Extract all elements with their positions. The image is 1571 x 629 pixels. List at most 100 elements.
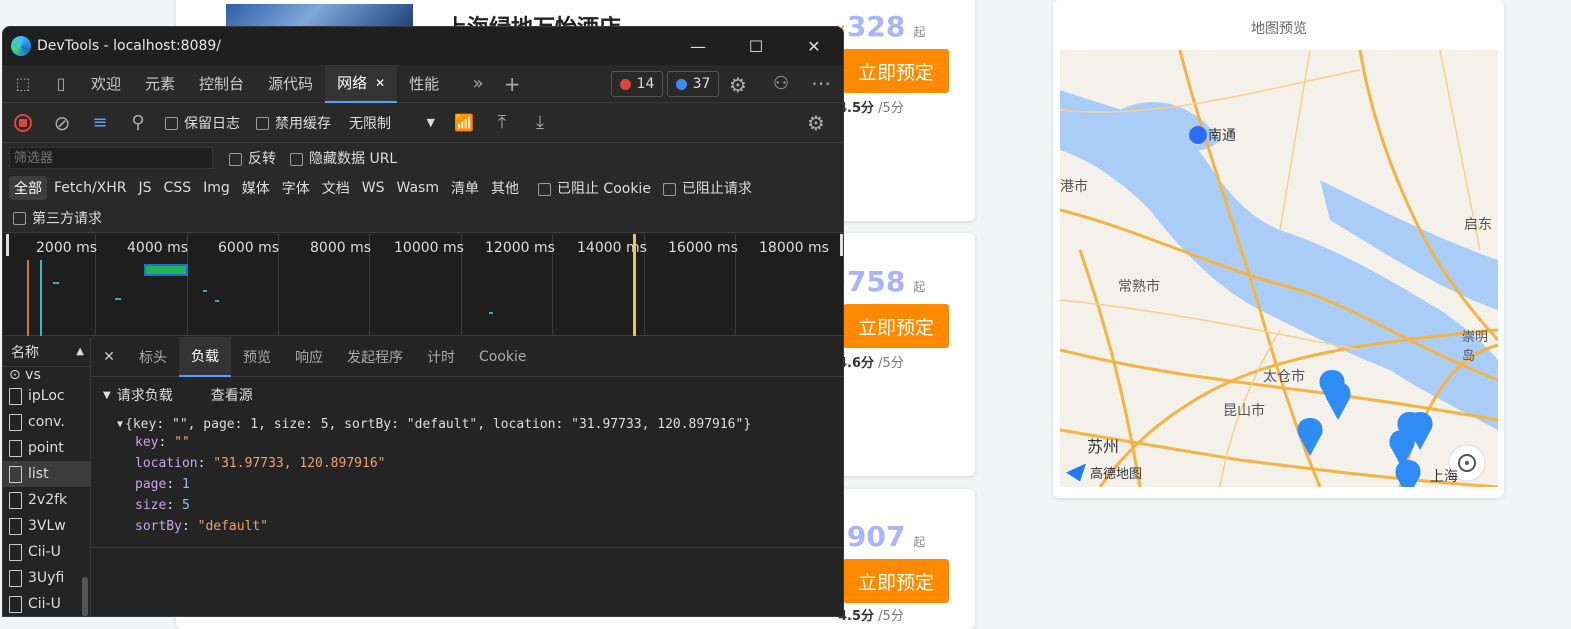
payload-key: size [135, 498, 167, 513]
type-wasm[interactable]: Wasm [392, 178, 444, 198]
tab-welcome[interactable]: 欢迎 [79, 65, 133, 103]
tab-headers[interactable]: 标头 [127, 337, 179, 377]
timeline-left-handle[interactable] [6, 234, 9, 256]
tab-initiator[interactable]: 发起程序 [335, 337, 415, 377]
request-item[interactable]: 2v2fk [3, 487, 90, 513]
maximize-button[interactable]: ☐ [728, 27, 784, 65]
tab-sources[interactable]: 源代码 [256, 65, 325, 103]
export-har-icon[interactable]: ⤓ [521, 112, 559, 133]
dom-content-loaded-line [27, 260, 29, 336]
request-item[interactable]: conv. [3, 409, 90, 435]
request-bar [144, 264, 188, 276]
more-options-icon[interactable]: ⋯ [811, 71, 831, 95]
tab-performance[interactable]: 性能 [397, 65, 451, 103]
request-name-column: 名称 ▲ ⊙ vs ipLoc conv. point list 2v2fk 3V… [3, 337, 91, 616]
blocked-request-label: 已阻止请求 [681, 181, 752, 197]
blocked-cookie-checkbox[interactable]: 已阻止 Cookie [537, 178, 651, 198]
request-item[interactable]: 3Uyfi [3, 565, 90, 591]
collapse-triangle-icon: ▼ [103, 389, 111, 401]
filter-input[interactable] [9, 147, 213, 169]
blocked-cookie-label: 已阻止 Cookie [556, 181, 651, 197]
customize-icon[interactable]: ⚇ [773, 73, 789, 94]
request-item[interactable]: 3VLw [3, 513, 90, 539]
book-button[interactable]: 立即预定 [843, 304, 949, 348]
checkbox-box [290, 152, 303, 166]
minimize-button[interactable]: — [670, 27, 726, 65]
type-img[interactable]: Img [198, 178, 235, 198]
filter-icon[interactable]: ≡ [81, 112, 119, 133]
close-window-button[interactable]: ✕ [786, 27, 842, 65]
request-item[interactable]: ipLoc [3, 383, 90, 409]
tab-console[interactable]: 控制台 [187, 65, 256, 103]
request-detail-panel: ✕ 标头 负载 预览 响应 发起程序 计时 Cookie ▼ 请求负载 查看源 … [91, 336, 843, 616]
hide-data-url-checkbox[interactable]: 隐藏数据 URL [290, 148, 397, 168]
book-button[interactable]: 立即预定 [843, 49, 949, 93]
request-item[interactable]: Cii-U [3, 591, 90, 616]
type-css[interactable]: CSS [159, 178, 197, 198]
type-doc[interactable]: 文档 [317, 176, 355, 200]
request-name: Cii-U [28, 596, 61, 612]
current-location-marker [1189, 126, 1207, 144]
blocked-request-checkbox[interactable]: 已阻止请求 [662, 178, 752, 198]
request-name: 2v2fk [28, 492, 68, 508]
settings-gear-icon[interactable]: ⚙ [729, 73, 747, 97]
tab-response[interactable]: 响应 [283, 337, 335, 377]
tab-timing[interactable]: 计时 [415, 337, 467, 377]
devtools-titlebar[interactable]: DevTools - localhost:8089/ — ☐ ✕ [3, 27, 843, 65]
request-name: ipLoc [28, 388, 65, 404]
request-item[interactable]: ⊙ vs [3, 367, 90, 383]
preserve-log-checkbox[interactable]: 保留日志 [165, 113, 240, 133]
type-other[interactable]: 其他 [486, 176, 524, 200]
map-label-chongming: 崇明岛 [1462, 330, 1489, 364]
type-js[interactable]: JS [134, 178, 157, 198]
name-column-header[interactable]: 名称 ▲ [3, 337, 90, 367]
type-fetch-xhr[interactable]: Fetch/XHR [49, 178, 132, 198]
close-detail-icon[interactable]: ✕ [91, 349, 127, 365]
request-item[interactable]: list [3, 461, 90, 487]
type-all[interactable]: 全部 [9, 176, 47, 200]
clear-icon[interactable]: ⊘ [43, 111, 81, 135]
inspect-icon[interactable]: ⬚ [3, 74, 43, 93]
map-logo[interactable]: 高德地图 [1066, 463, 1142, 482]
disable-cache-checkbox[interactable]: 禁用缓存 [256, 113, 331, 133]
map-canvas[interactable] [1060, 50, 1498, 487]
payload-section-header[interactable]: ▼ 请求负载 查看源 [91, 377, 843, 413]
tab-network[interactable]: 网络 ✕ [325, 64, 398, 103]
search-icon[interactable]: ⚲ [119, 112, 157, 133]
tab-cookies[interactable]: Cookie [467, 337, 539, 377]
payload-summary-row[interactable]: ▼ {key: "", page: 1, size: 5, sortBy: "de… [117, 413, 843, 435]
network-timeline[interactable]: 2000 ms 4000 ms 6000 ms 8000 ms 10000 ms… [3, 234, 843, 336]
type-ws[interactable]: WS [357, 178, 390, 198]
tab-payload[interactable]: 负载 [179, 336, 231, 377]
add-tab-icon[interactable]: + [495, 72, 529, 96]
tab-elements[interactable]: 元素 [133, 65, 187, 103]
view-source-link[interactable]: 查看源 [211, 385, 253, 405]
throttle-select[interactable]: 无限制 ▼ [349, 113, 435, 133]
request-item[interactable]: point [3, 435, 90, 461]
close-tab-icon[interactable]: ✕ [375, 76, 385, 90]
hotel-score: 4.6分 /5分 [838, 352, 904, 371]
request-dot [489, 312, 493, 314]
map-view[interactable]: 南通 张家港市 启东 常熟市 崇明岛 太仓市 昆山市 苏州 上海 高德地图 [1060, 50, 1498, 487]
error-counter[interactable]: 14 [611, 71, 663, 97]
payload-row: page: 1 [135, 477, 190, 492]
import-har-icon[interactable]: ⤒ [483, 112, 521, 133]
more-tabs-icon[interactable]: » [461, 73, 495, 94]
timeline-tick: 4000 ms [127, 240, 189, 256]
device-toolbar-icon[interactable]: ▯ [43, 74, 79, 93]
name-list-scrollbar[interactable] [82, 577, 88, 616]
request-item[interactable]: Cii-U [3, 539, 90, 565]
type-media[interactable]: 媒体 [237, 176, 275, 200]
network-conditions-icon[interactable]: 📶 [445, 113, 483, 132]
third-party-checkbox[interactable]: 第三方请求 [13, 208, 102, 228]
tab-preview[interactable]: 预览 [231, 337, 283, 377]
type-font[interactable]: 字体 [277, 176, 315, 200]
edge-logo-icon [11, 36, 31, 56]
timeline-right-handle[interactable] [840, 234, 843, 256]
record-stop-icon[interactable] [3, 113, 43, 132]
network-settings-icon[interactable]: ⚙ [807, 111, 825, 135]
book-button[interactable]: 立即预定 [843, 559, 949, 603]
type-manifest[interactable]: 清单 [446, 176, 484, 200]
message-counter[interactable]: 37 [667, 71, 719, 97]
invert-checkbox[interactable]: 反转 [229, 148, 276, 168]
